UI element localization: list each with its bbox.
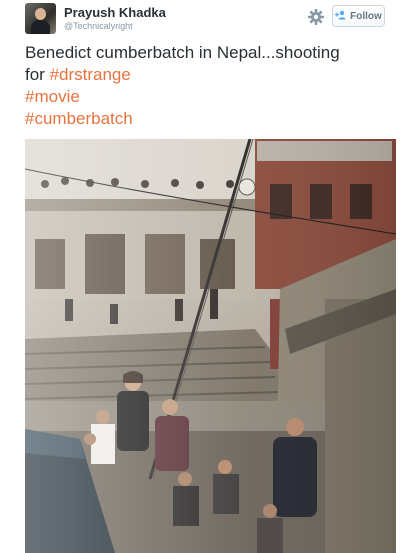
tweet-text: Benedict cumberbatch in Nepal...shooting… <box>25 42 395 130</box>
tweet-photo[interactable] <box>25 139 396 553</box>
tweet-text-line: Benedict cumberbatch in Nepal...shooting <box>25 43 340 62</box>
hashtag-link-drstrange[interactable]: #drstrange <box>50 65 131 84</box>
avatar[interactable] <box>25 3 56 34</box>
hashtag-link-cumberbatch[interactable]: #cumberbatch <box>25 109 133 128</box>
follow-button[interactable]: Follow <box>332 5 385 27</box>
tweet-header: Prayush Khadka @Technicalyright Follow <box>0 0 418 40</box>
tweet-text-line: for #drstrange <box>25 65 131 84</box>
add-user-icon <box>335 10 347 23</box>
username-handle[interactable]: @Technicalyright <box>64 21 133 31</box>
hashtag-link-movie[interactable]: #movie <box>25 87 80 106</box>
follow-label: Follow <box>350 10 382 22</box>
gear-icon[interactable] <box>306 7 326 27</box>
display-name[interactable]: Prayush Khadka <box>64 5 166 20</box>
